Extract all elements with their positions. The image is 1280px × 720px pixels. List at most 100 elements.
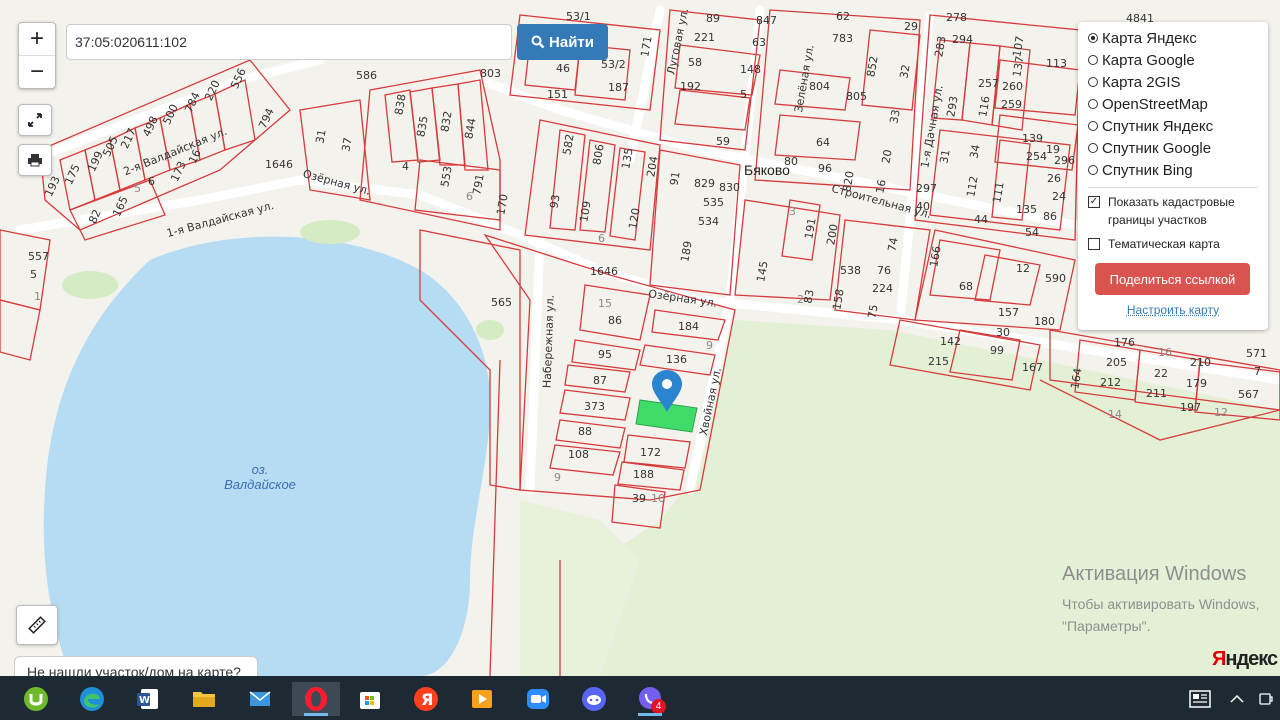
find-button[interactable]: Найти: [517, 24, 608, 60]
radio-selected-icon[interactable]: [1088, 33, 1098, 43]
radio-icon[interactable]: [1088, 143, 1098, 153]
parcel-number: 19: [1046, 143, 1060, 156]
parcel-number: 197: [1180, 401, 1201, 414]
layer-option-label: OpenStreetMap: [1102, 95, 1208, 113]
parcel-number: 803: [480, 67, 501, 80]
cadastral-number-search-input[interactable]: [66, 24, 512, 60]
lake-label-name: Валдайское: [224, 477, 296, 492]
layer-option-google-satellite[interactable]: Спутник Google: [1078, 137, 1268, 159]
watermark-line2: "Параметры".: [1062, 618, 1151, 634]
edge-icon[interactable]: [72, 682, 112, 716]
layer-option-google-map[interactable]: Карта Google: [1078, 49, 1268, 71]
checkbox-icon[interactable]: [1088, 238, 1100, 250]
radio-icon[interactable]: [1088, 77, 1098, 87]
parcel-number: 16: [1158, 346, 1172, 359]
layer-option-2gis-map[interactable]: Карта 2GIS: [1078, 71, 1268, 93]
discord-icon[interactable]: [574, 682, 614, 716]
parcel-number: 5: [740, 88, 747, 101]
video-player-icon[interactable]: [462, 682, 502, 716]
parcel-number: 37: [339, 136, 355, 153]
zoom-out-button[interactable]: −: [19, 55, 55, 88]
cadastral-boundaries-toggle[interactable]: ✓ Показать кадастровые границы участков: [1078, 193, 1268, 229]
layer-option-bing-satellite[interactable]: Спутник Bing: [1078, 159, 1268, 181]
parcel-number: 39: [632, 492, 646, 505]
parcel-number: 151: [547, 88, 568, 101]
parcel-number: 179: [1186, 377, 1207, 390]
configure-map-link[interactable]: Настроить карту: [1078, 303, 1268, 317]
parcel-number: 113: [1046, 57, 1067, 70]
print-button[interactable]: [18, 144, 52, 176]
parcel-number: 3: [789, 205, 796, 218]
layer-option-yandex-satellite[interactable]: Спутник Яндекс: [1078, 115, 1268, 137]
zoom-icon[interactable]: [518, 682, 558, 716]
parcel-number: 157: [998, 306, 1019, 319]
parcel-number: 29: [904, 20, 918, 33]
zoom-in-button[interactable]: +: [19, 23, 55, 55]
radio-icon[interactable]: [1088, 99, 1098, 109]
thematic-map-toggle[interactable]: Тематическая карта: [1078, 235, 1268, 253]
parcel-number: 15: [598, 297, 612, 310]
parcel-number: 9: [554, 471, 561, 484]
parcel-number: 53/1: [566, 10, 591, 23]
yandex-attribution-logo[interactable]: Яндекс: [1212, 648, 1278, 671]
parcel-number: 31: [937, 148, 953, 165]
checkbox-checked-icon[interactable]: ✓: [1088, 196, 1100, 208]
word-icon[interactable]: W: [128, 682, 168, 716]
yandex-icon[interactable]: Я: [406, 682, 446, 716]
parcel-number: 63: [752, 36, 766, 49]
radio-icon[interactable]: [1088, 165, 1098, 175]
parcel-number: 12: [1214, 406, 1228, 419]
file-explorer-icon[interactable]: [184, 682, 224, 716]
parcel-number: 34: [967, 143, 983, 160]
parcel-number: 87: [593, 374, 607, 387]
parcel-number: 62: [836, 10, 850, 23]
radio-icon[interactable]: [1088, 55, 1098, 65]
parcel-number: 192: [680, 80, 701, 93]
parcel-number: 16: [873, 178, 889, 195]
parcel-number: 211: [1146, 387, 1167, 400]
mail-icon[interactable]: [240, 682, 280, 716]
windows-activation-watermark: Активация Windows Чтобы активировать Win…: [1062, 563, 1260, 637]
parcel-number: 95: [598, 348, 612, 361]
parcel-number: 68: [959, 280, 973, 293]
share-link-button[interactable]: Поделиться ссылкой: [1095, 263, 1250, 295]
device-icon[interactable]: [1252, 682, 1280, 716]
parcel-number: 373: [584, 400, 605, 413]
utorrent-icon[interactable]: [16, 682, 56, 716]
parcel-number: 565: [491, 296, 512, 309]
store-icon[interactable]: [350, 682, 390, 716]
lake-label-prefix: оз.: [251, 462, 269, 477]
parcel-number: 538: [840, 264, 861, 277]
lake-label: оз. Валдайское: [215, 462, 305, 492]
chevron-up-icon[interactable]: [1222, 682, 1252, 716]
parcel-number: 44: [974, 213, 988, 226]
opera-icon[interactable]: [292, 682, 340, 716]
zoom-control: + −: [18, 22, 56, 89]
parcel-number: 205: [1106, 356, 1127, 369]
parcel-number: 260: [1002, 80, 1023, 93]
search-icon: [531, 35, 545, 49]
parcel-number: 590: [1045, 272, 1066, 285]
not-found-prompt[interactable]: Не нашли участок/дом на карте?: [14, 656, 258, 676]
fullscreen-button[interactable]: [18, 104, 52, 136]
cadastral-map[interactable]: 86 184 95 136 87 373 88 108 172 188 39 1…: [0, 0, 1280, 676]
layer-option-openstreetmap[interactable]: OpenStreetMap: [1078, 93, 1268, 115]
parcel-number: 294: [952, 33, 973, 46]
layer-option-label: Карта Яндекс: [1102, 29, 1197, 47]
parcel-number: 567: [1238, 388, 1259, 401]
parcel-number: 93: [547, 193, 563, 210]
layer-option-yandex-map[interactable]: Карта Яндекс: [1078, 27, 1268, 49]
find-button-label: Найти: [549, 33, 594, 51]
parcel-number: 180: [1034, 315, 1055, 328]
printer-icon: [28, 154, 42, 167]
radio-icon[interactable]: [1088, 121, 1098, 131]
parcel-number: 830: [719, 181, 740, 194]
parcel-number: 20: [879, 148, 895, 165]
viber-icon[interactable]: 4: [630, 682, 670, 716]
layer-option-label: Карта 2GIS: [1102, 73, 1181, 91]
parcel-number: 4: [402, 160, 409, 173]
parcel-number: 215: [928, 355, 949, 368]
measure-button[interactable]: [16, 605, 58, 645]
news-widget-icon[interactable]: [1180, 682, 1220, 716]
parcel-number: 184: [678, 320, 699, 333]
